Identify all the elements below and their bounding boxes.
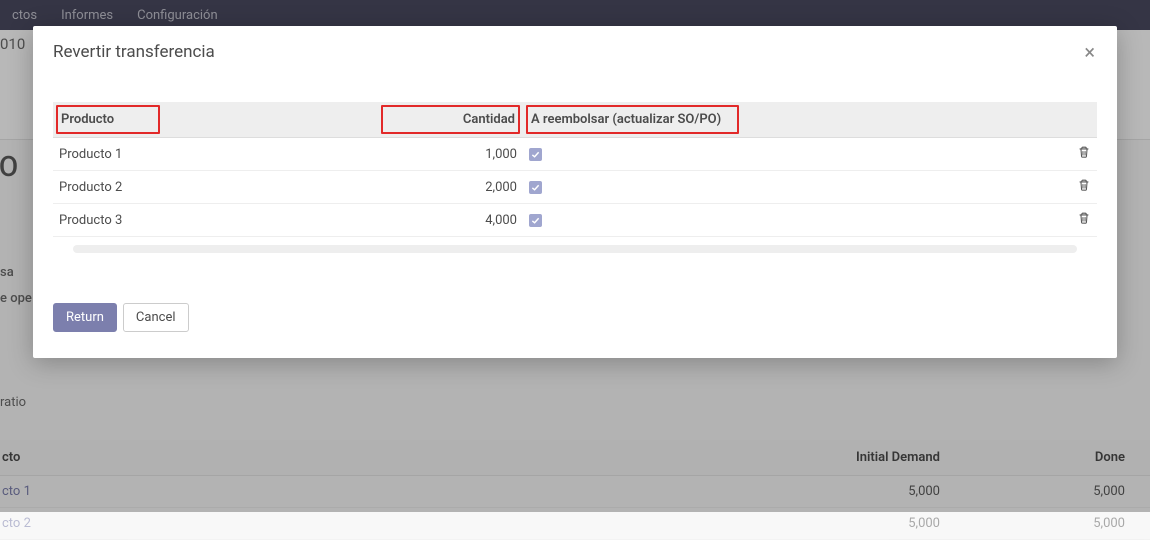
- bg-row-done: 5,000: [1000, 516, 1150, 531]
- return-table: Producto Cantidad A reembolsar (actualiz…: [53, 102, 1097, 237]
- cell-quantity[interactable]: 1,000: [363, 138, 523, 171]
- bg-row-product: cto 2: [0, 516, 400, 531]
- trash-icon[interactable]: [1077, 178, 1091, 192]
- modal-title: Revertir transferencia: [53, 42, 215, 62]
- checkbox-icon[interactable]: [529, 148, 542, 161]
- cell-quantity[interactable]: 4,000: [363, 204, 523, 237]
- table-row[interactable]: Producto 1 1,000: [53, 138, 1097, 171]
- col-quantity-header: Cantidad: [363, 102, 523, 138]
- cell-quantity[interactable]: 2,000: [363, 171, 523, 204]
- checkbox-icon[interactable]: [529, 214, 542, 227]
- col-product-header: Producto: [53, 102, 263, 138]
- cell-product[interactable]: Producto 3: [53, 204, 263, 237]
- cancel-button[interactable]: Cancel: [123, 303, 189, 332]
- table-row[interactable]: Producto 3 4,000: [53, 204, 1097, 237]
- modal-body: Producto Cantidad A reembolsar (actualiz…: [33, 72, 1117, 263]
- cell-refund[interactable]: [523, 171, 1063, 204]
- cell-refund[interactable]: [523, 204, 1063, 237]
- cell-product[interactable]: Producto 2: [53, 171, 263, 204]
- table-row[interactable]: Producto 2 2,000: [53, 171, 1097, 204]
- return-button[interactable]: Return: [53, 303, 117, 332]
- col-refund-header: A reembolsar (actualizar SO/PO): [523, 102, 1063, 138]
- close-icon[interactable]: ×: [1082, 42, 1097, 62]
- table-row[interactable]: cto 2 5,000 5,000: [0, 508, 1150, 540]
- reverse-transfer-modal: Revertir transferencia × Producto Cantid…: [33, 26, 1117, 358]
- modal-footer: Return Cancel: [33, 263, 1117, 358]
- trash-icon[interactable]: [1077, 145, 1091, 159]
- col-trash-header: [1063, 102, 1097, 138]
- modal-header: Revertir transferencia ×: [33, 26, 1117, 72]
- col-gap: [263, 102, 363, 138]
- cell-product[interactable]: Producto 1: [53, 138, 263, 171]
- horizontal-scroll-track[interactable]: [73, 245, 1077, 253]
- trash-icon[interactable]: [1077, 211, 1091, 225]
- bg-row-demand: 5,000: [400, 516, 1000, 531]
- checkbox-icon[interactable]: [529, 181, 542, 194]
- cell-refund[interactable]: [523, 138, 1063, 171]
